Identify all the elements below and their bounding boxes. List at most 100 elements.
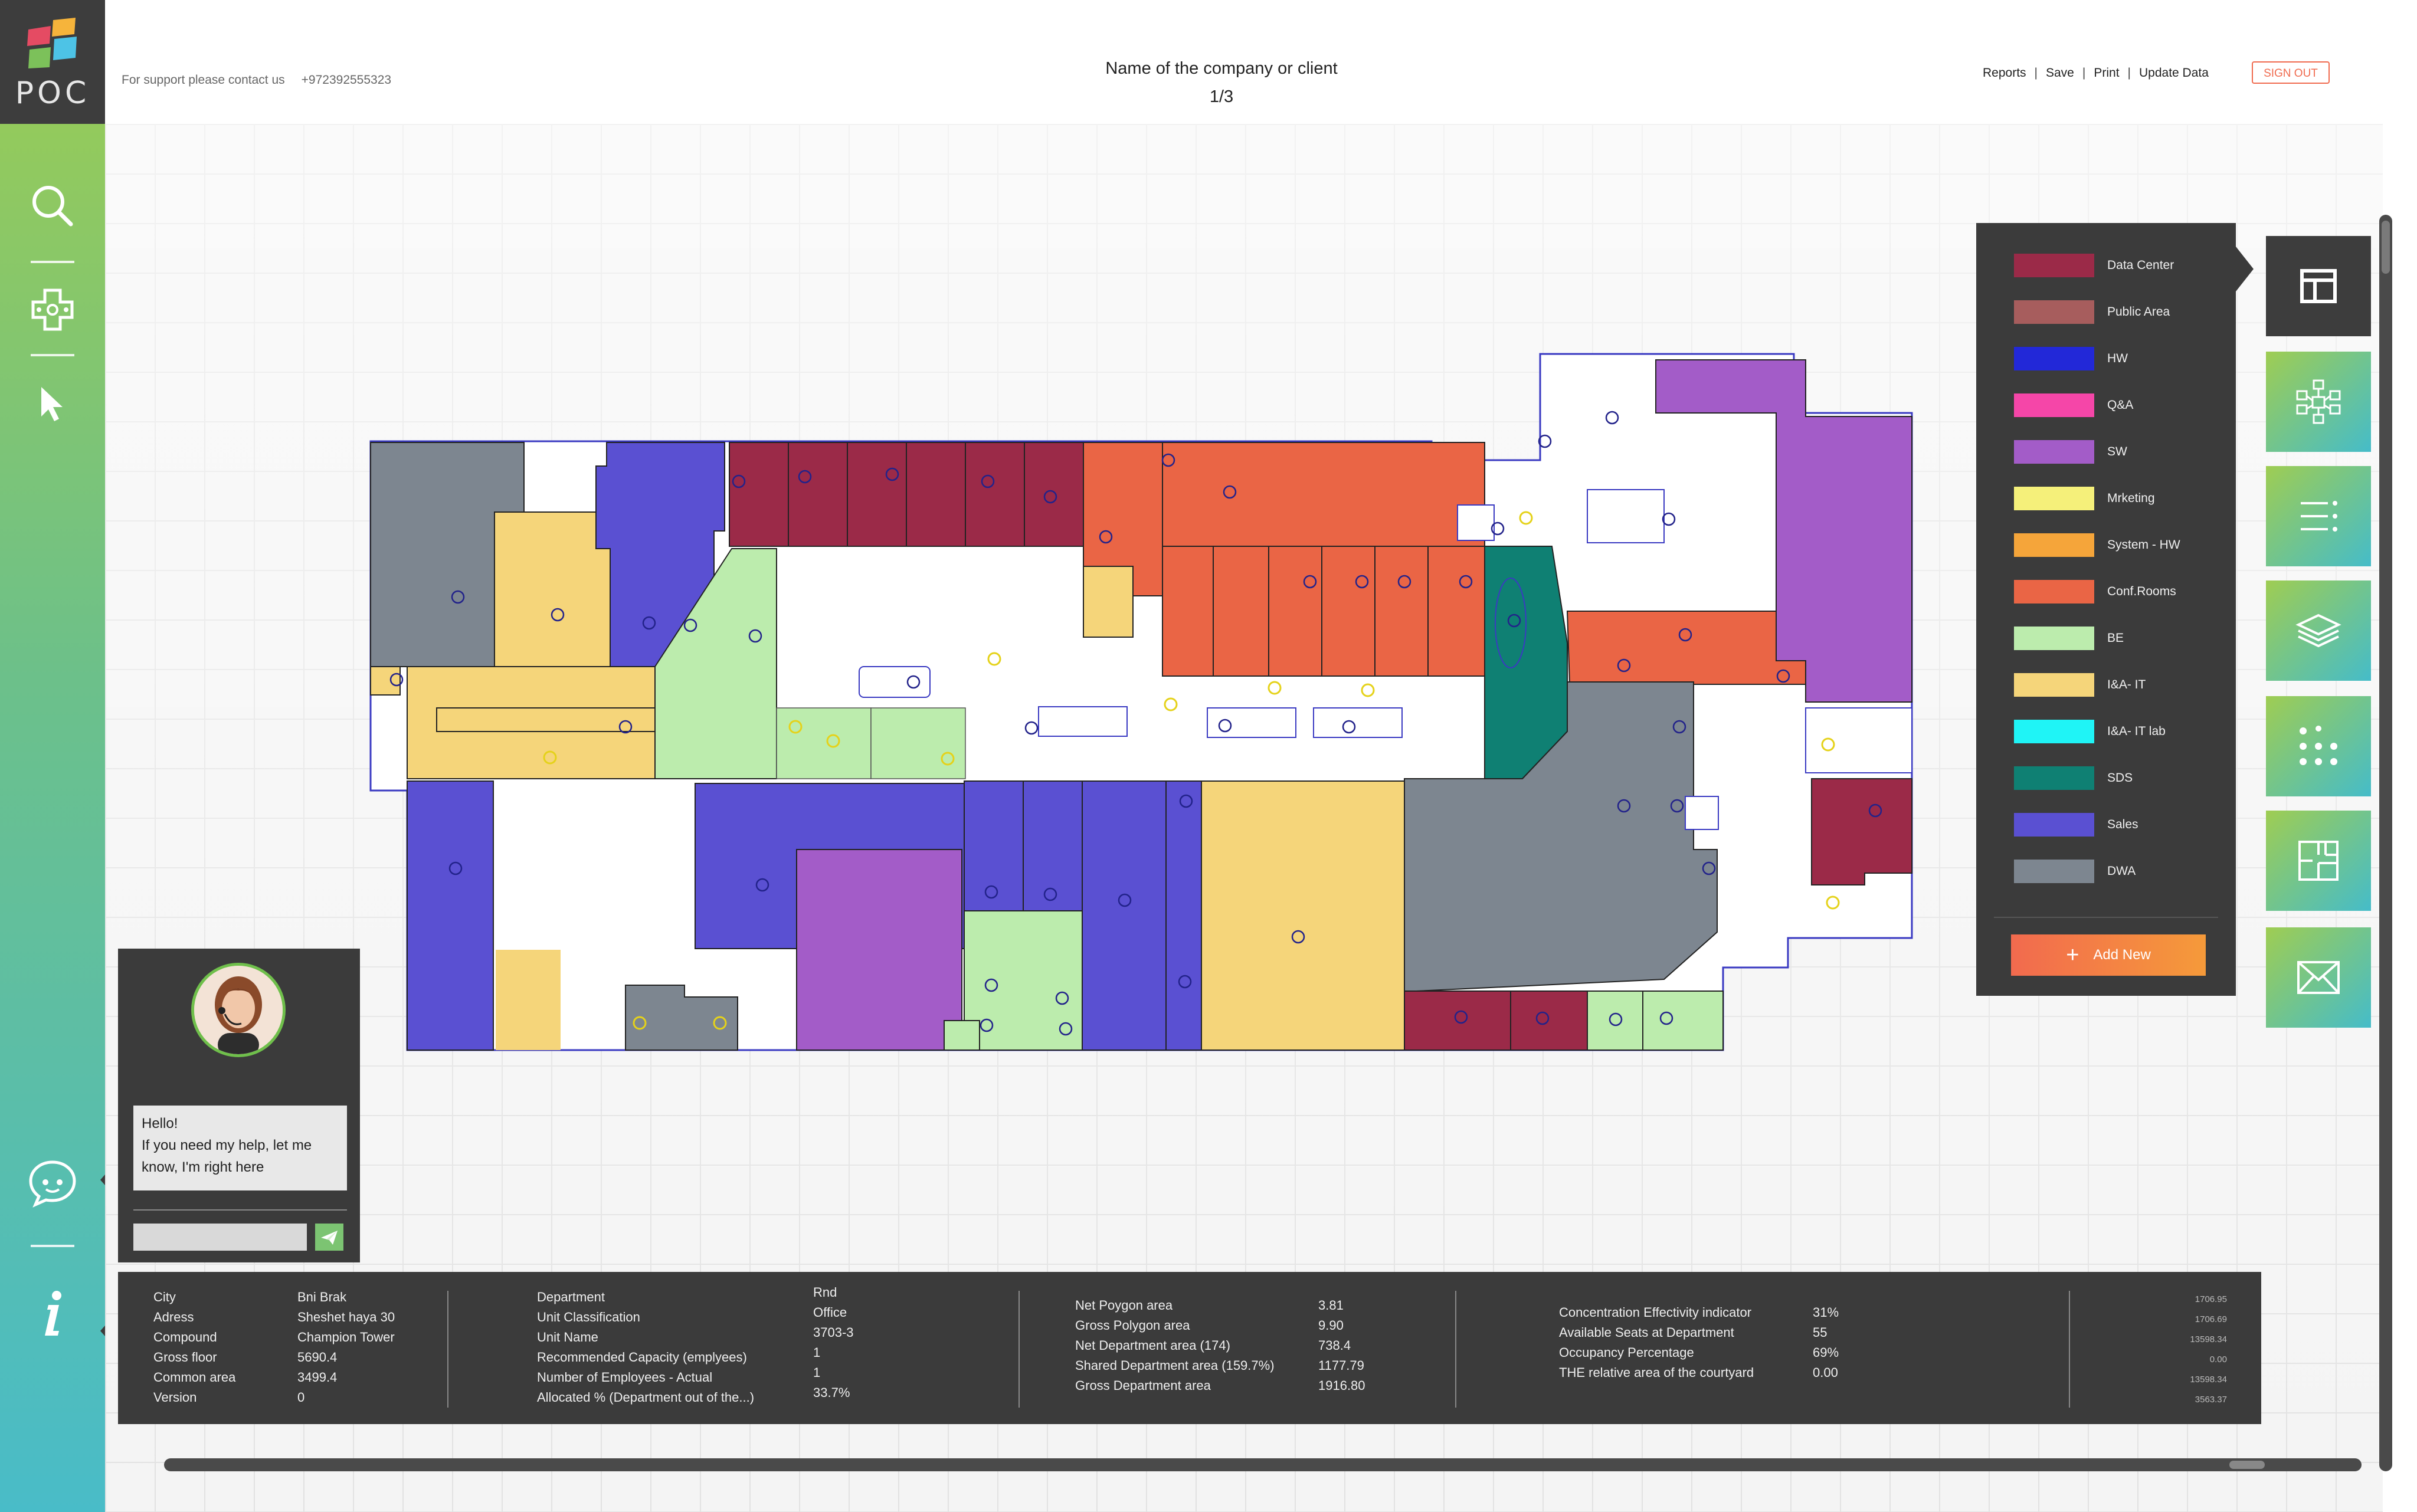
support-contact: For support please contact us +9723925553… (122, 73, 391, 87)
info-label: Gross floor (153, 1350, 217, 1365)
horizontal-scrollbar[interactable] (164, 1458, 2362, 1471)
mail-icon (2297, 961, 2340, 994)
info-value: 1706.69 (2195, 1314, 2227, 1324)
info-value: 1706.95 (2195, 1294, 2227, 1304)
legend-swatch (2014, 860, 2094, 883)
layers-icon (2295, 614, 2341, 648)
info-value: 31% (1813, 1305, 1839, 1320)
plus-icon: + (2066, 943, 2079, 967)
support-phone[interactable]: +972392555323 (302, 73, 391, 87)
legend-label: SW (2107, 445, 2127, 458)
info-value: Rnd (813, 1285, 837, 1300)
legend-swatch (2014, 627, 2094, 650)
info-value: 9.90 (1318, 1318, 1344, 1333)
tool-layout[interactable] (2266, 236, 2371, 336)
info-col3-labels: Net Poygon area Gross Polygon area Net Dep… (1075, 1295, 1275, 1396)
legend-label: I&A- IT (2107, 678, 2146, 691)
chat-divider (133, 1209, 347, 1211)
info-label: Adress (153, 1310, 194, 1324)
legend-label: Q&A (2107, 398, 2134, 412)
gamepad-icon[interactable] (26, 283, 79, 336)
top-menu: Reports | Save | Print | Update Data (1983, 66, 2209, 80)
info-value: Sheshet haya 30 (297, 1310, 395, 1324)
info-value: 0.00 (2209, 1354, 2227, 1365)
reports-link[interactable]: Reports (1983, 66, 2026, 80)
info-label: Department (537, 1290, 605, 1304)
legend-panel: Data Center Public Area HW Q&A SW Mrketi… (1976, 223, 2254, 996)
info-col2-labels: Department Unit Classification Unit Name Re… (537, 1287, 754, 1408)
info-value: 13598.34 (2190, 1334, 2227, 1344)
tool-list[interactable] (2266, 466, 2371, 566)
chat-input[interactable] (133, 1224, 307, 1251)
legend-swatch (2014, 347, 2094, 370)
legend-swatch (2014, 300, 2094, 324)
chat-message-bubble: Hello! If you need my help, let me know,… (133, 1106, 347, 1190)
chat-icon[interactable] (26, 1156, 79, 1209)
info-value: 738.4 (1318, 1338, 1351, 1353)
legend-swatch (2014, 720, 2094, 743)
info-value: 1177.79 (1318, 1358, 1364, 1373)
info-value: 3499.4 (297, 1370, 338, 1385)
vertical-scrollbar[interactable] (2379, 215, 2392, 1471)
logo[interactable]: POC (0, 0, 105, 124)
vertical-scroll-thumb[interactable] (2382, 221, 2390, 274)
search-icon[interactable] (26, 179, 79, 232)
info-value: 0.00 (1813, 1365, 1838, 1380)
info-label: Unit Name (537, 1330, 598, 1344)
tool-grid[interactable] (2266, 696, 2371, 796)
assistant-avatar-icon (194, 966, 283, 1054)
info-label: Net Department area (174) (1075, 1338, 1230, 1353)
legend-label: Sales (2107, 818, 2138, 831)
legend-label: Data Center (2107, 258, 2174, 272)
info-label: Recommended Capacity (emplyees) (537, 1350, 747, 1365)
send-icon (321, 1231, 338, 1245)
floorplan-icon (2298, 841, 2339, 881)
legend-label: BE (2107, 631, 2124, 645)
tool-network[interactable] (2266, 352, 2371, 452)
legend-swatch (2014, 440, 2094, 464)
info-value: 33.7% (813, 1385, 850, 1400)
info-value: 3.81 (1318, 1298, 1344, 1313)
legend-label: System - HW (2107, 538, 2180, 552)
legend-label: HW (2107, 352, 2128, 365)
tool-floorplan[interactable] (2266, 811, 2371, 911)
sign-out-button[interactable]: SIGN OUT (2252, 61, 2330, 84)
save-link[interactable]: Save (2046, 66, 2074, 80)
chat-greeting: Hello! (142, 1116, 178, 1131)
logo-mark-icon (27, 18, 77, 68)
send-button[interactable] (315, 1224, 343, 1251)
floor-plan[interactable] (354, 342, 1924, 1062)
info-col5-values: 1706.95 1706.69 13598.34 0.00 13598.34 3563.3… (2154, 1290, 2227, 1410)
pointer-icon[interactable] (26, 378, 79, 431)
info-col2-values: Rnd Office 3703-3 1 1 33.7% (813, 1283, 854, 1403)
legend-swatch (2014, 393, 2094, 417)
layout-icon (2300, 269, 2337, 303)
rail-divider (31, 354, 74, 356)
info-label: Net Poygon area (1075, 1298, 1173, 1313)
info-value: Champion Tower (297, 1330, 395, 1344)
info-label: Shared Department area (159.7%) (1075, 1358, 1275, 1373)
legend-swatch (2014, 766, 2094, 790)
network-icon (2296, 379, 2341, 424)
info-col1-values: Bni Brak Sheshet haya 30 Champion Tower 569… (297, 1287, 395, 1408)
page-indicator: 1/3 (1209, 87, 1234, 106)
info-value: 3703-3 (813, 1325, 854, 1340)
horizontal-scroll-thumb[interactable] (2229, 1461, 2265, 1469)
info-col4-values: 31% 55 69% 0.00 (1813, 1303, 1839, 1383)
info-icon[interactable] (26, 1286, 79, 1339)
tool-layers[interactable] (2266, 580, 2371, 681)
info-value: Office (813, 1305, 847, 1320)
chat-panel: Hello! If you need my help, let me know,… (118, 949, 360, 1262)
print-link[interactable]: Print (2094, 66, 2119, 80)
info-value: 5690.4 (297, 1350, 338, 1365)
list-icon (2301, 501, 2337, 532)
tool-mail[interactable] (2266, 927, 2371, 1028)
chat-message: If you need my help, let me know, I'm ri… (142, 1137, 312, 1175)
rail-divider (31, 261, 74, 263)
add-new-button[interactable]: + Add New (2011, 934, 2206, 976)
info-label: Concentration Effectivity indicator (1559, 1305, 1752, 1320)
update-data-link[interactable]: Update Data (2139, 66, 2209, 80)
legend-label: DWA (2107, 864, 2136, 878)
info-label: Gross Department area (1075, 1378, 1211, 1393)
info-panel: City Adress Compound Gross floor Common area… (118, 1272, 2261, 1424)
